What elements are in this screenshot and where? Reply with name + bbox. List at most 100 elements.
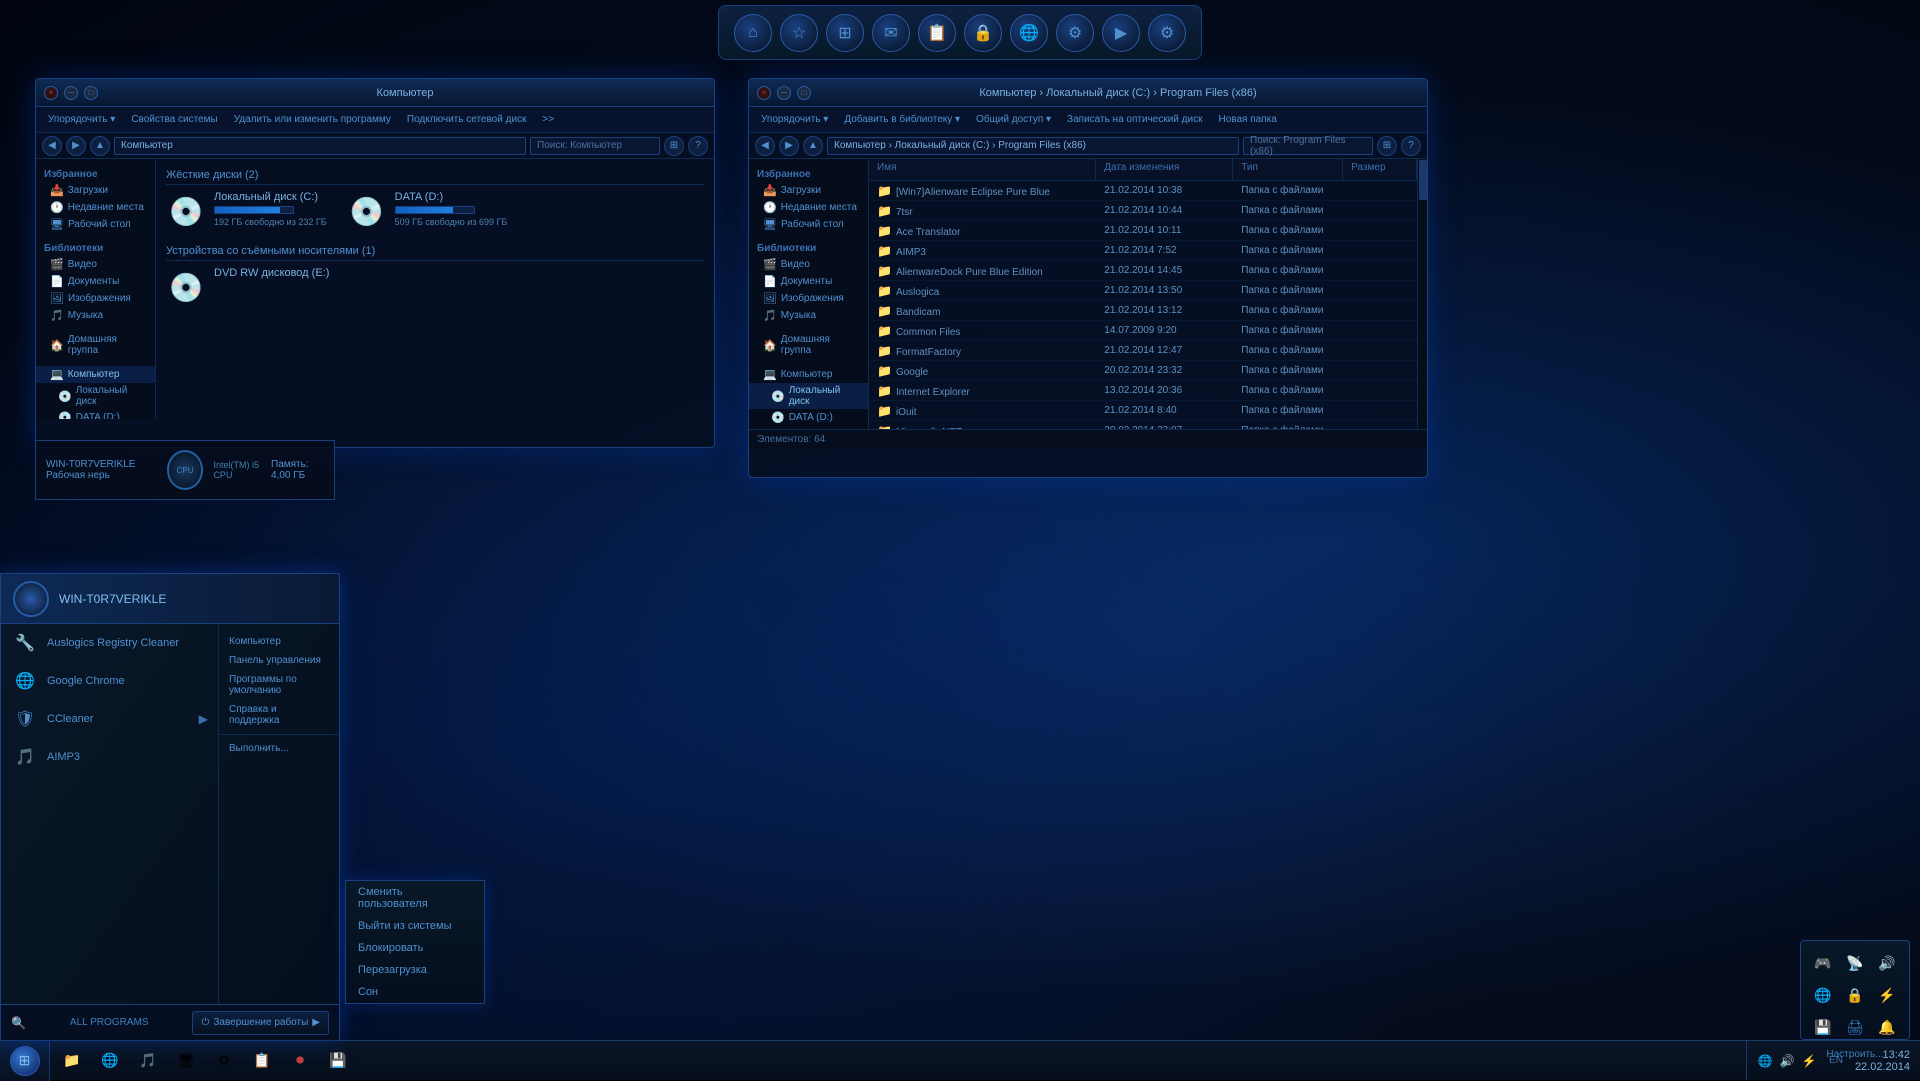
systray-icon-4[interactable]: 🌐 xyxy=(1809,981,1837,1009)
systray-icon-5[interactable]: 🔒 xyxy=(1841,981,1869,1009)
toolbar-btn-9[interactable]: ▶ xyxy=(1102,14,1140,52)
systray-configure-btn[interactable]: Настроить... xyxy=(1809,1047,1901,1062)
start-item-ccleaner[interactable]: 🛡 CCleaner ▶ xyxy=(1,700,218,738)
help-btn-1[interactable]: ? xyxy=(688,136,708,156)
col-name[interactable]: Имя xyxy=(869,159,1096,180)
sidebar-cdrive-2[interactable]: 💿 Локальный диск xyxy=(749,383,868,409)
tray-network[interactable]: 🌐 xyxy=(1757,1053,1773,1069)
file-row[interactable]: 📁FormatFactory 21.02.2014 12:47 Папка с … xyxy=(869,341,1417,361)
file-row[interactable]: 📁Internet Explorer 13.02.2014 20:36 Папк… xyxy=(869,381,1417,401)
toolbar-btn-5[interactable]: 📋 xyxy=(918,14,956,52)
start-right-control[interactable]: Панель управления xyxy=(219,651,339,670)
toolbar-organize-1[interactable]: Упорядочить ▾ xyxy=(42,112,121,127)
sidebar-item-video-1[interactable]: 🎬 Видео xyxy=(36,256,155,273)
toolbar-btn-4[interactable]: ✉ xyxy=(872,14,910,52)
sidebar-images-2[interactable]: 🖼 Изображения xyxy=(749,290,868,307)
file-row[interactable]: 📁7tsr 21.02.2014 10:44 Папка с файлами xyxy=(869,201,1417,221)
toolbar-btn-10[interactable]: ⚙ xyxy=(1148,14,1186,52)
toolbar-uninstall[interactable]: Удалить или изменить программу xyxy=(228,112,397,127)
toolbar-library[interactable]: Добавить в библиотеку ▾ xyxy=(838,112,966,127)
drive-c[interactable]: 💿 Локальный диск (C:) 192 ГБ свободно из… xyxy=(166,191,327,231)
sidebar-item-cdrive-1[interactable]: 💿 Локальный диск xyxy=(36,383,155,409)
file-row[interactable]: 📁Ace Translator 21.02.2014 10:11 Папка с… xyxy=(869,221,1417,241)
col-type[interactable]: Тип xyxy=(1233,159,1343,180)
view-toggle-2[interactable]: ⊞ xyxy=(1377,136,1397,156)
col-size[interactable]: Размер xyxy=(1343,159,1417,180)
file-row[interactable]: 📁AIMP3 21.02.2014 7:52 Папка с файлами xyxy=(869,241,1417,261)
sidebar-ddrive-2[interactable]: 💿 DATA (D:) xyxy=(749,409,868,426)
toolbar-btn-1[interactable]: ⌂ xyxy=(734,14,772,52)
nav-back-1[interactable]: ◀ xyxy=(42,136,62,156)
systray-icon-7[interactable]: 💾 xyxy=(1809,1013,1837,1041)
toolbar-organize-2[interactable]: Упорядочить ▾ xyxy=(755,112,834,127)
taskbar-item-record[interactable]: ⏺ xyxy=(282,1045,318,1077)
toolbar-share[interactable]: Общий доступ ▾ xyxy=(970,112,1057,127)
close-button-2[interactable]: × xyxy=(757,86,771,100)
sidebar-item-docs-1[interactable]: 📄 Документы xyxy=(36,273,155,290)
nav-back-2[interactable]: ◀ xyxy=(755,136,775,156)
search-area[interactable]: 🔍 xyxy=(11,1016,26,1030)
start-right-defaults[interactable]: Программы по умолчанию xyxy=(219,670,339,700)
taskbar-item-1[interactable]: 📁 xyxy=(54,1045,90,1077)
taskbar-item-2[interactable]: 🌐 xyxy=(92,1045,128,1077)
sidebar-item-downloads-1[interactable]: 📥 Загрузки xyxy=(36,182,155,199)
sidebar-item-recent-1[interactable]: 🕐 Недавние места xyxy=(36,199,155,216)
start-right-computer[interactable]: Компьютер xyxy=(219,632,339,651)
systray-icon-9[interactable]: 🔔 xyxy=(1873,1013,1901,1041)
systray-icon-8[interactable]: 🖨 xyxy=(1841,1013,1869,1041)
sidebar-item-homegroup-1[interactable]: 🏠 Домашняя группа xyxy=(36,332,155,358)
toolbar-btn-8[interactable]: ⚙ xyxy=(1056,14,1094,52)
sidebar-item-images-1[interactable]: 🖼 Изображения xyxy=(36,290,155,307)
file-row[interactable]: 📁iOuit 21.02.2014 8:40 Папка с файлами xyxy=(869,401,1417,421)
toolbar-mapdrv[interactable]: Подключить сетевой диск xyxy=(401,112,533,127)
search-bar-1[interactable]: Поиск: Компьютер xyxy=(530,137,660,155)
taskbar-item-save[interactable]: 💾 xyxy=(320,1045,356,1077)
address-bar-1[interactable]: Компьютер xyxy=(114,137,526,155)
sidebar-homegroup-2[interactable]: 🏠 Домашняя группа xyxy=(749,332,868,358)
address-bar-2[interactable]: Компьютер › Локальный диск (C:) › Progra… xyxy=(827,137,1239,155)
nav-up-1[interactable]: ▲ xyxy=(90,136,110,156)
close-button-1[interactable]: × xyxy=(44,86,58,100)
start-right-help[interactable]: Справка и поддержка xyxy=(219,700,339,730)
power-switch-user[interactable]: Сменить пользователя xyxy=(346,881,484,915)
sidebar-item-music-1[interactable]: 🎵 Музыка xyxy=(36,307,155,324)
file-row[interactable]: 📁Common Files 14.07.2009 9:20 Папка с фа… xyxy=(869,321,1417,341)
file-row[interactable]: 📁Google 20.02.2014 23:32 Папка с файлами xyxy=(869,361,1417,381)
minimize-button-1[interactable]: ─ xyxy=(64,86,78,100)
start-item-chrome[interactable]: 🌐 Google Chrome xyxy=(1,662,218,700)
systray-icon-6[interactable]: ⚡ xyxy=(1873,981,1901,1009)
scrollbar-2[interactable] xyxy=(1417,159,1427,429)
maximize-button-1[interactable]: □ xyxy=(84,86,98,100)
start-item-auslogics[interactable]: 🔧 Auslogics Registry Cleaner xyxy=(1,624,218,662)
tray-volume[interactable]: 🔊 xyxy=(1779,1053,1795,1069)
file-row[interactable]: 📁Bandicam 21.02.2014 13:12 Папка с файла… xyxy=(869,301,1417,321)
start-item-aimp[interactable]: 🎵 AIMP3 xyxy=(1,738,218,776)
taskbar-item-5[interactable]: ⚙ xyxy=(206,1045,242,1077)
sidebar-docs-2[interactable]: 📄 Документы xyxy=(749,273,868,290)
toolbar-btn-6[interactable]: 🔒 xyxy=(964,14,1002,52)
file-row[interactable]: 📁AlienwareDock Pure Blue Edition 21.02.2… xyxy=(869,261,1417,281)
nav-up-2[interactable]: ▲ xyxy=(803,136,823,156)
sidebar-computer-2[interactable]: 💻 Компьютер xyxy=(749,366,868,383)
col-date[interactable]: Дата изменения xyxy=(1096,159,1233,180)
nav-forward-2[interactable]: ▶ xyxy=(779,136,799,156)
nav-forward-1[interactable]: ▶ xyxy=(66,136,86,156)
power-lock[interactable]: Блокировать xyxy=(346,937,484,959)
taskbar-item-3[interactable]: 🎵 xyxy=(130,1045,166,1077)
drive-d[interactable]: 💿 DATA (D:) 509 ГБ свободно из 699 ГБ xyxy=(347,191,508,231)
power-sleep[interactable]: Сон xyxy=(346,981,484,1003)
sidebar-video-2[interactable]: 🎬 Видео xyxy=(749,256,868,273)
toolbar-more-1[interactable]: >> xyxy=(536,112,560,127)
toolbar-burn[interactable]: Записать на оптический диск xyxy=(1061,112,1208,127)
toolbar-sysprop[interactable]: Свойства системы xyxy=(125,112,223,127)
sidebar-item-computer-1[interactable]: 💻 Компьютер xyxy=(36,366,155,383)
toolbar-btn-7[interactable]: 🌐 xyxy=(1010,14,1048,52)
sidebar-item-ddrive-1[interactable]: 💿 DATA (D:) xyxy=(36,409,155,419)
dvd-drive[interactable]: 💿 DVD RW дисковод (E:) xyxy=(166,267,704,307)
systray-icon-3[interactable]: 🔊 xyxy=(1873,949,1901,977)
sidebar-item-desktop-2[interactable]: 🖥 Рабочий стол xyxy=(749,216,868,233)
systray-icon-2[interactable]: 📡 xyxy=(1841,949,1869,977)
file-row[interactable]: 📁Auslogica 21.02.2014 13:50 Папка с файл… xyxy=(869,281,1417,301)
sidebar-music-2[interactable]: 🎵 Музыка xyxy=(749,307,868,324)
file-row[interactable]: 📁[Win7]Alienware Eclipse Pure Blue 21.02… xyxy=(869,181,1417,201)
